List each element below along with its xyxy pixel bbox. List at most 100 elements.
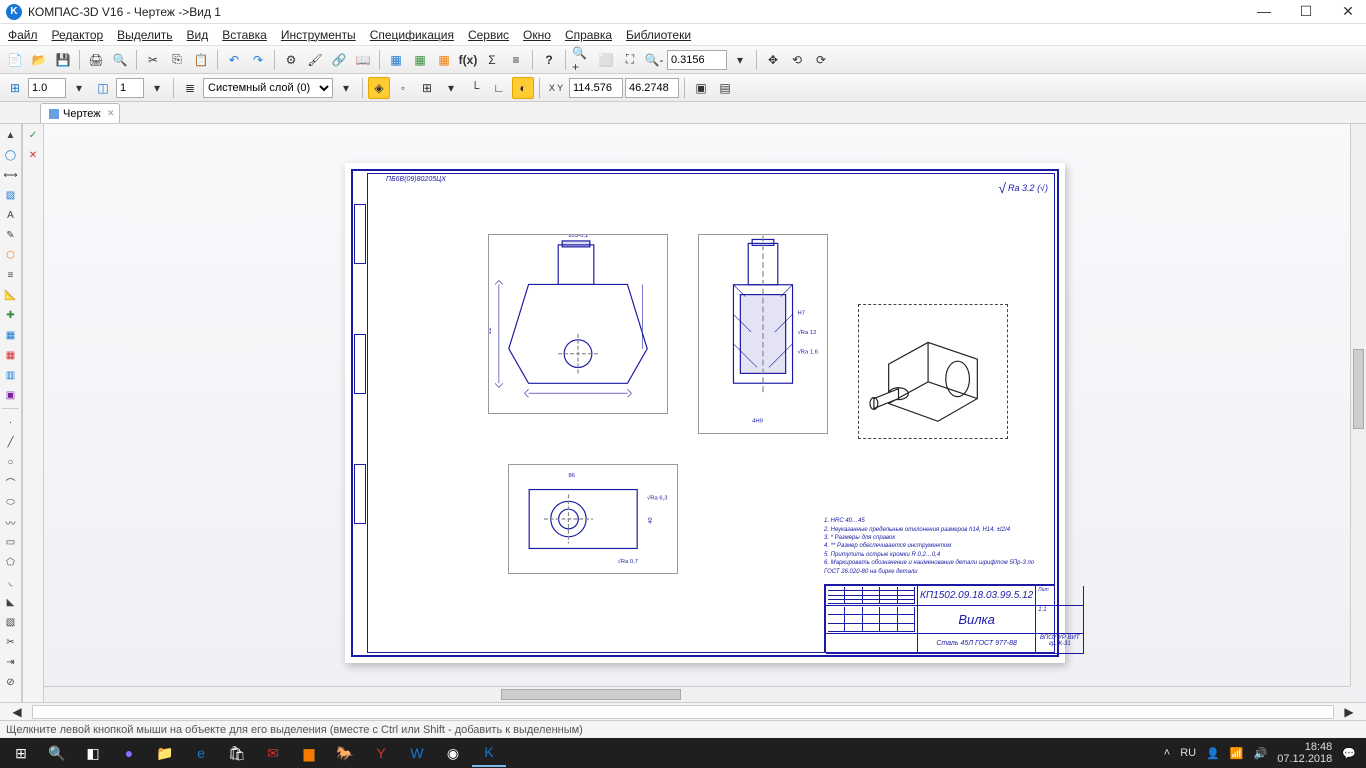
round-button[interactable]: ◐ xyxy=(512,77,534,99)
link-button[interactable]: 🔗 xyxy=(328,49,350,71)
zoom-window-button[interactable]: ⬜ xyxy=(595,49,617,71)
prop-prev[interactable]: ◀ xyxy=(6,701,28,723)
card-button[interactable]: ▦ xyxy=(433,49,455,71)
assoc-tool[interactable]: ⬡ xyxy=(1,246,21,264)
arc-tool[interactable]: ⌒ xyxy=(1,473,21,491)
pan-button[interactable]: ✥ xyxy=(762,49,784,71)
lang-indicator[interactable]: RU xyxy=(1180,747,1196,759)
zoom-in-button[interactable]: 🔍+ xyxy=(571,49,593,71)
measure-tool[interactable]: 📐 xyxy=(1,286,21,304)
trim-tool[interactable]: ✂ xyxy=(1,633,21,651)
menu-spec[interactable]: Спецификация xyxy=(370,28,454,42)
param-tool[interactable]: ≡ xyxy=(1,266,21,284)
properties-button[interactable]: ⚙ xyxy=(280,49,302,71)
task-view-button[interactable]: ◧ xyxy=(76,739,110,767)
view-top[interactable]: 86 √Ra 6,3 √Ra 0,7 40 xyxy=(508,464,678,574)
drawing-canvas[interactable]: ПБ6В(09)80205ЦХ √ Ra 3.2 (√) xyxy=(44,124,1366,702)
word-icon[interactable]: W xyxy=(400,739,434,767)
preview-button[interactable]: 🔍 xyxy=(109,49,131,71)
dimension-tool[interactable]: ⟷ xyxy=(1,166,21,184)
spline-tool[interactable]: 〰 xyxy=(1,513,21,531)
break-tool[interactable]: ⊘ xyxy=(1,673,21,691)
explorer-icon[interactable]: 📁 xyxy=(148,739,182,767)
network-icon[interactable]: 📶 xyxy=(1230,747,1244,760)
snap-endpoint[interactable]: ◦ xyxy=(392,77,414,99)
app1-icon[interactable]: ▆ xyxy=(292,739,326,767)
hatch-tool[interactable]: ▨ xyxy=(1,186,21,204)
menu-service[interactable]: Сервис xyxy=(468,28,509,42)
print-button[interactable]: 🖨 xyxy=(85,49,107,71)
paste-button[interactable]: 📋 xyxy=(190,49,212,71)
copy-button[interactable]: ⎘ xyxy=(166,49,188,71)
refresh-button[interactable]: ⟳ xyxy=(810,49,832,71)
line-tool[interactable]: ╱ xyxy=(1,433,21,451)
apply-button[interactable]: ✓ xyxy=(23,126,43,144)
view-isometric[interactable] xyxy=(858,304,1008,439)
angle-button[interactable]: ∟ xyxy=(488,77,510,99)
store-icon[interactable]: 🛍 xyxy=(220,739,254,767)
filter2-button[interactable]: ▤ xyxy=(714,77,736,99)
save-button[interactable]: 💾 xyxy=(52,49,74,71)
table-tool[interactable]: ▦ xyxy=(1,326,21,344)
menu-select[interactable]: Выделить xyxy=(117,28,172,42)
axis-tool[interactable]: ✚ xyxy=(1,306,21,324)
brush-button[interactable]: 🖌 xyxy=(304,49,326,71)
zoom-fit-button[interactable]: ⛶ xyxy=(619,49,641,71)
menu-tools[interactable]: Инструменты xyxy=(281,28,356,42)
ellipse-tool[interactable]: ⬭ xyxy=(1,493,21,511)
menu-editor[interactable]: Редактор xyxy=(52,28,104,42)
stamp-button[interactable]: ▦ xyxy=(409,49,431,71)
chamfer-tool[interactable]: ◣ xyxy=(1,593,21,611)
snap-dropdown[interactable]: ▾ xyxy=(440,77,462,99)
ortho-button[interactable]: └ xyxy=(464,77,486,99)
snap-grid[interactable]: ⊞ xyxy=(416,77,438,99)
polygon-tool[interactable]: ⬠ xyxy=(1,553,21,571)
redo-button[interactable]: ↷ xyxy=(247,49,269,71)
view-tool[interactable]: ▣ xyxy=(1,386,21,404)
tab-close-icon[interactable]: ✕ xyxy=(107,108,115,119)
book-button[interactable]: 📖 xyxy=(352,49,374,71)
select-tool[interactable]: ▲ xyxy=(1,126,21,144)
view-dropdown[interactable]: ▾ xyxy=(146,77,168,99)
grid-button[interactable]: ⊞ xyxy=(4,77,26,99)
menu-view[interactable]: Вид xyxy=(187,28,209,42)
zoom-dropdown[interactable]: ▾ xyxy=(729,49,751,71)
rotate-button[interactable]: ⟲ xyxy=(786,49,808,71)
coord-x-input[interactable] xyxy=(569,78,623,98)
coord-y-input[interactable] xyxy=(625,78,679,98)
undo-button[interactable]: ↶ xyxy=(223,49,245,71)
tab-drawing[interactable]: Чертеж ✕ xyxy=(40,103,120,123)
rect-tool[interactable]: ▭ xyxy=(1,533,21,551)
horizontal-scrollbar[interactable] xyxy=(44,686,1350,702)
title-block[interactable]: КП1502.09.18.03.99.5.12 Лит Вилка 1:1 Ст xyxy=(824,584,1054,652)
fillet-tool[interactable]: ◟ xyxy=(1,573,21,591)
volume-icon[interactable]: 🔊 xyxy=(1254,747,1268,760)
report-tool[interactable]: ▥ xyxy=(1,366,21,384)
help-button[interactable]: ? xyxy=(538,49,560,71)
cortana-icon[interactable]: ● xyxy=(112,739,146,767)
hatch2-tool[interactable]: ▧ xyxy=(1,613,21,631)
zoom-out-button[interactable]: 🔍- xyxy=(643,49,665,71)
circle-tool[interactable]: ○ xyxy=(1,453,21,471)
layer-manager-button[interactable]: ▾ xyxy=(335,77,357,99)
view-front[interactable]: 22* 105-0,1 xyxy=(488,234,668,414)
clock[interactable]: 18:48 07.12.2018 xyxy=(1277,741,1332,765)
view-section[interactable]: √Ra 1,6 √Ra 12 H7 4H9 xyxy=(698,234,828,434)
scale-input[interactable] xyxy=(28,78,66,98)
kompas-taskbar-icon[interactable]: K xyxy=(472,739,506,767)
menu-insert[interactable]: Вставка xyxy=(222,28,267,42)
point-tool[interactable]: · xyxy=(1,413,21,431)
notifications-icon[interactable]: 💬 xyxy=(1342,747,1356,760)
minimize-button[interactable]: — xyxy=(1252,3,1276,20)
menu-help[interactable]: Справка xyxy=(565,28,612,42)
chrome-icon[interactable]: ◉ xyxy=(436,739,470,767)
snap-toggle[interactable]: ◈ xyxy=(368,77,390,99)
extend-tool[interactable]: ⇥ xyxy=(1,653,21,671)
maximize-button[interactable]: ☐ xyxy=(1294,3,1318,20)
layer-select[interactable]: Системный слой (0) xyxy=(203,78,333,98)
edge-icon[interactable]: e xyxy=(184,739,218,767)
cancel-tool-button[interactable]: ✕ xyxy=(23,146,43,164)
layers-icon[interactable]: ≣ xyxy=(179,77,201,99)
fx-button[interactable]: f(x) xyxy=(457,49,479,71)
vertical-scrollbar[interactable] xyxy=(1350,124,1366,686)
